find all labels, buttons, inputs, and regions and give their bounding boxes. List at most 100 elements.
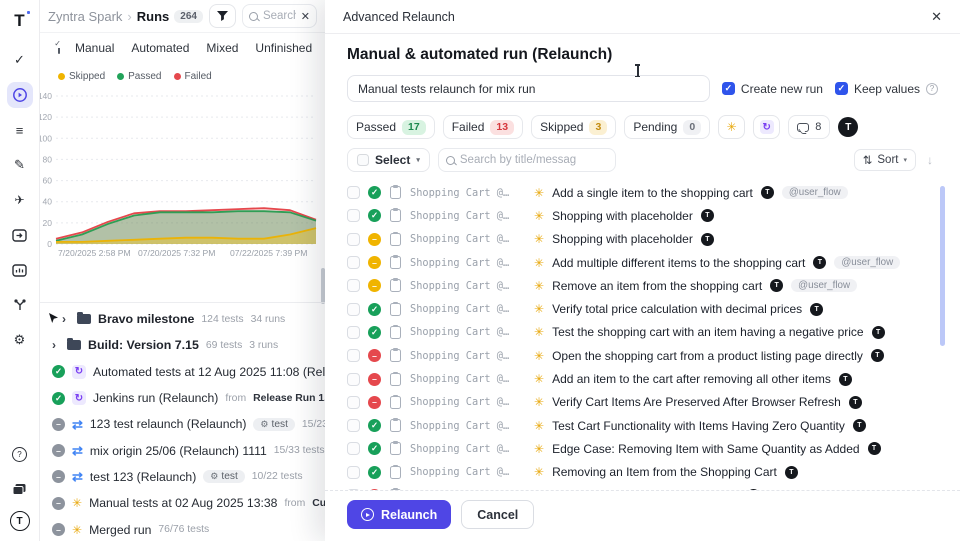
milestone-row[interactable]: ›Build: Version 7.1569 tests3 runs <box>40 332 325 358</box>
test-checkbox[interactable] <box>347 186 360 199</box>
tab-manual[interactable]: Manual <box>75 41 114 55</box>
legend-item-skipped: Skipped <box>58 71 105 82</box>
test-checkbox[interactable] <box>347 419 360 432</box>
comments-filter-button[interactable]: 8 <box>788 115 830 139</box>
report-box-icon[interactable] <box>7 257 33 283</box>
run-row[interactable]: –⇄test 123 (Relaunch)⚙test10/22 tests <box>40 464 325 490</box>
runs-search-input[interactable] <box>263 10 296 22</box>
copy-icon[interactable] <box>7 476 33 502</box>
profile-avatar[interactable]: T <box>10 511 30 531</box>
milestone-row[interactable]: ›Bravo milestone124 tests34 runs <box>40 306 325 332</box>
close-icon[interactable]: ✕ <box>931 9 942 25</box>
tab-automated[interactable]: Automated <box>131 41 189 55</box>
help-icon[interactable]: ? <box>7 441 33 467</box>
chevron-right-icon[interactable]: › <box>62 312 70 326</box>
runs-search[interactable]: ✕ <box>242 4 317 28</box>
status-failed-icon: – <box>368 489 381 490</box>
status-failed-icon: – <box>368 373 381 386</box>
manual-burst-icon: ✳ <box>534 210 544 222</box>
gear-icon[interactable]: ⚙ <box>7 327 33 353</box>
relaunch-button[interactable]: Relaunch <box>347 500 451 529</box>
test-checkbox[interactable] <box>347 233 360 246</box>
test-row[interactable]: ✓Shopping Cart @…✳Test Cart Functionalit… <box>347 414 938 437</box>
test-checkbox[interactable] <box>347 326 360 339</box>
status-chip-passed[interactable]: Passed17 <box>347 115 435 139</box>
filter-button[interactable] <box>209 4 236 28</box>
run-name-input[interactable] <box>347 75 710 102</box>
run-row[interactable]: ✓↻Jenkins run (Relaunch)fromRelease Run … <box>40 385 325 411</box>
logo-T-icon[interactable]: T <box>7 8 33 34</box>
help-circle-icon[interactable]: ? <box>926 83 938 95</box>
test-case-icon <box>390 373 401 386</box>
modal-scrollbar-thumb[interactable] <box>940 186 945 346</box>
test-checkbox[interactable] <box>347 489 360 490</box>
test-row[interactable]: ✓Shopping Cart @…✳Shopping with placehol… <box>347 204 938 227</box>
run-tag-label: test <box>221 471 237 482</box>
author-avatar: T <box>761 186 774 199</box>
test-row[interactable]: –Shopping Cart @…✳Add an item to the car… <box>347 367 938 390</box>
run-row[interactable]: –⇄mix origin 25/06 (Relaunch) 111115/33 … <box>40 437 325 463</box>
pencil-icon[interactable]: ✎ <box>7 152 33 178</box>
test-row[interactable]: –Shopping Cart @…✳Shopping with placehol… <box>347 228 938 251</box>
status-chip-label: Failed <box>452 120 485 134</box>
test-checkbox[interactable] <box>347 442 360 455</box>
test-checkbox[interactable] <box>347 279 360 292</box>
run-row[interactable]: –⇄123 test relaunch (Relaunch)⚙test15/23… <box>40 411 325 437</box>
test-row[interactable]: –Shopping Cart @…✳Remove an item from th… <box>347 274 938 297</box>
manual-type-filter-button[interactable]: ✳ <box>718 115 745 139</box>
select-dropdown[interactable]: Select ▾ <box>347 148 430 172</box>
test-checkbox[interactable] <box>347 256 360 269</box>
test-checkbox[interactable] <box>347 466 360 479</box>
test-checkbox[interactable] <box>347 209 360 222</box>
test-row[interactable]: –Shopping Cart @…✳Test Removing an Item … <box>347 484 938 490</box>
tab-unfinished[interactable]: Unfinished <box>255 41 312 55</box>
import-box-icon[interactable] <box>7 222 33 248</box>
automated-icon: ↻ <box>72 365 86 379</box>
test-row[interactable]: ✓Shopping Cart @…✳Test the shopping cart… <box>347 321 938 344</box>
tests-search[interactable] <box>438 148 616 172</box>
test-row[interactable]: –Shopping Cart @…✳Open the shopping cart… <box>347 344 938 367</box>
create-new-run-checkbox[interactable]: ✓ <box>722 82 735 95</box>
test-checkbox[interactable] <box>347 303 360 316</box>
run-row[interactable]: –✳Merged run76/76 tests <box>40 516 325 541</box>
select-runs-icon[interactable] <box>58 42 60 54</box>
list-check-icon[interactable]: ≡ <box>7 117 33 143</box>
breadcrumb-project[interactable]: Zyntra Spark <box>48 9 122 24</box>
play-circle-icon[interactable] <box>7 82 33 108</box>
status-chip-pending[interactable]: Pending0 <box>624 115 710 139</box>
test-row[interactable]: ✓Shopping Cart @…✳Removing an Item from … <box>347 461 938 484</box>
assignee-avatar[interactable]: T <box>838 117 858 137</box>
select-all-checkbox[interactable] <box>357 154 369 166</box>
test-row[interactable]: ✓Shopping Cart @…✳Verify total price cal… <box>347 297 938 320</box>
test-row[interactable]: ✓Shopping Cart @…✳Add a single item to t… <box>347 181 938 204</box>
test-row[interactable]: ✓Shopping Cart @…✳Edge Case: Removing It… <box>347 437 938 460</box>
manual-burst-icon: ✳ <box>72 497 82 509</box>
keep-values-option[interactable]: ✓ Keep values ? <box>835 82 938 96</box>
run-row[interactable]: –✳Manual tests at 02 Aug 2025 13:38fromC… <box>40 490 325 516</box>
run-row[interactable]: ✓↻Automated tests at 12 Aug 2025 11:08 (… <box>40 359 325 385</box>
branch-icon[interactable] <box>7 292 33 318</box>
test-checkbox[interactable] <box>347 373 360 386</box>
status-chip-failed[interactable]: Failed13 <box>443 115 523 139</box>
sort-button[interactable]: ⇅ Sort ▾ <box>854 149 916 171</box>
test-row[interactable]: –Shopping Cart @…✳Verify Cart Items Are … <box>347 391 938 414</box>
comment-icon <box>797 123 809 132</box>
download-arrow-icon[interactable]: ↓ <box>922 153 938 167</box>
automated-type-filter-button[interactable]: ↻ <box>753 115 780 139</box>
plane-icon[interactable]: ✈ <box>7 187 33 213</box>
chevron-right-icon[interactable]: › <box>52 338 60 352</box>
test-title: Shopping with placeholder <box>552 232 693 246</box>
tests-search-input[interactable] <box>460 154 608 166</box>
create-new-run-option[interactable]: ✓ Create new run <box>722 82 823 96</box>
svg-text:20: 20 <box>43 218 53 228</box>
check-icon[interactable]: ✓ <box>7 47 33 73</box>
cancel-button[interactable]: Cancel <box>461 500 534 529</box>
test-row[interactable]: –Shopping Cart @…✳Add multiple different… <box>347 251 938 274</box>
test-checkbox[interactable] <box>347 396 360 409</box>
author-avatar: T <box>810 303 823 316</box>
clear-search-icon[interactable]: ✕ <box>301 10 310 23</box>
keep-values-checkbox[interactable]: ✓ <box>835 82 848 95</box>
tab-mixed[interactable]: Mixed <box>206 41 238 55</box>
test-checkbox[interactable] <box>347 349 360 362</box>
status-chip-skipped[interactable]: Skipped3 <box>531 115 616 139</box>
